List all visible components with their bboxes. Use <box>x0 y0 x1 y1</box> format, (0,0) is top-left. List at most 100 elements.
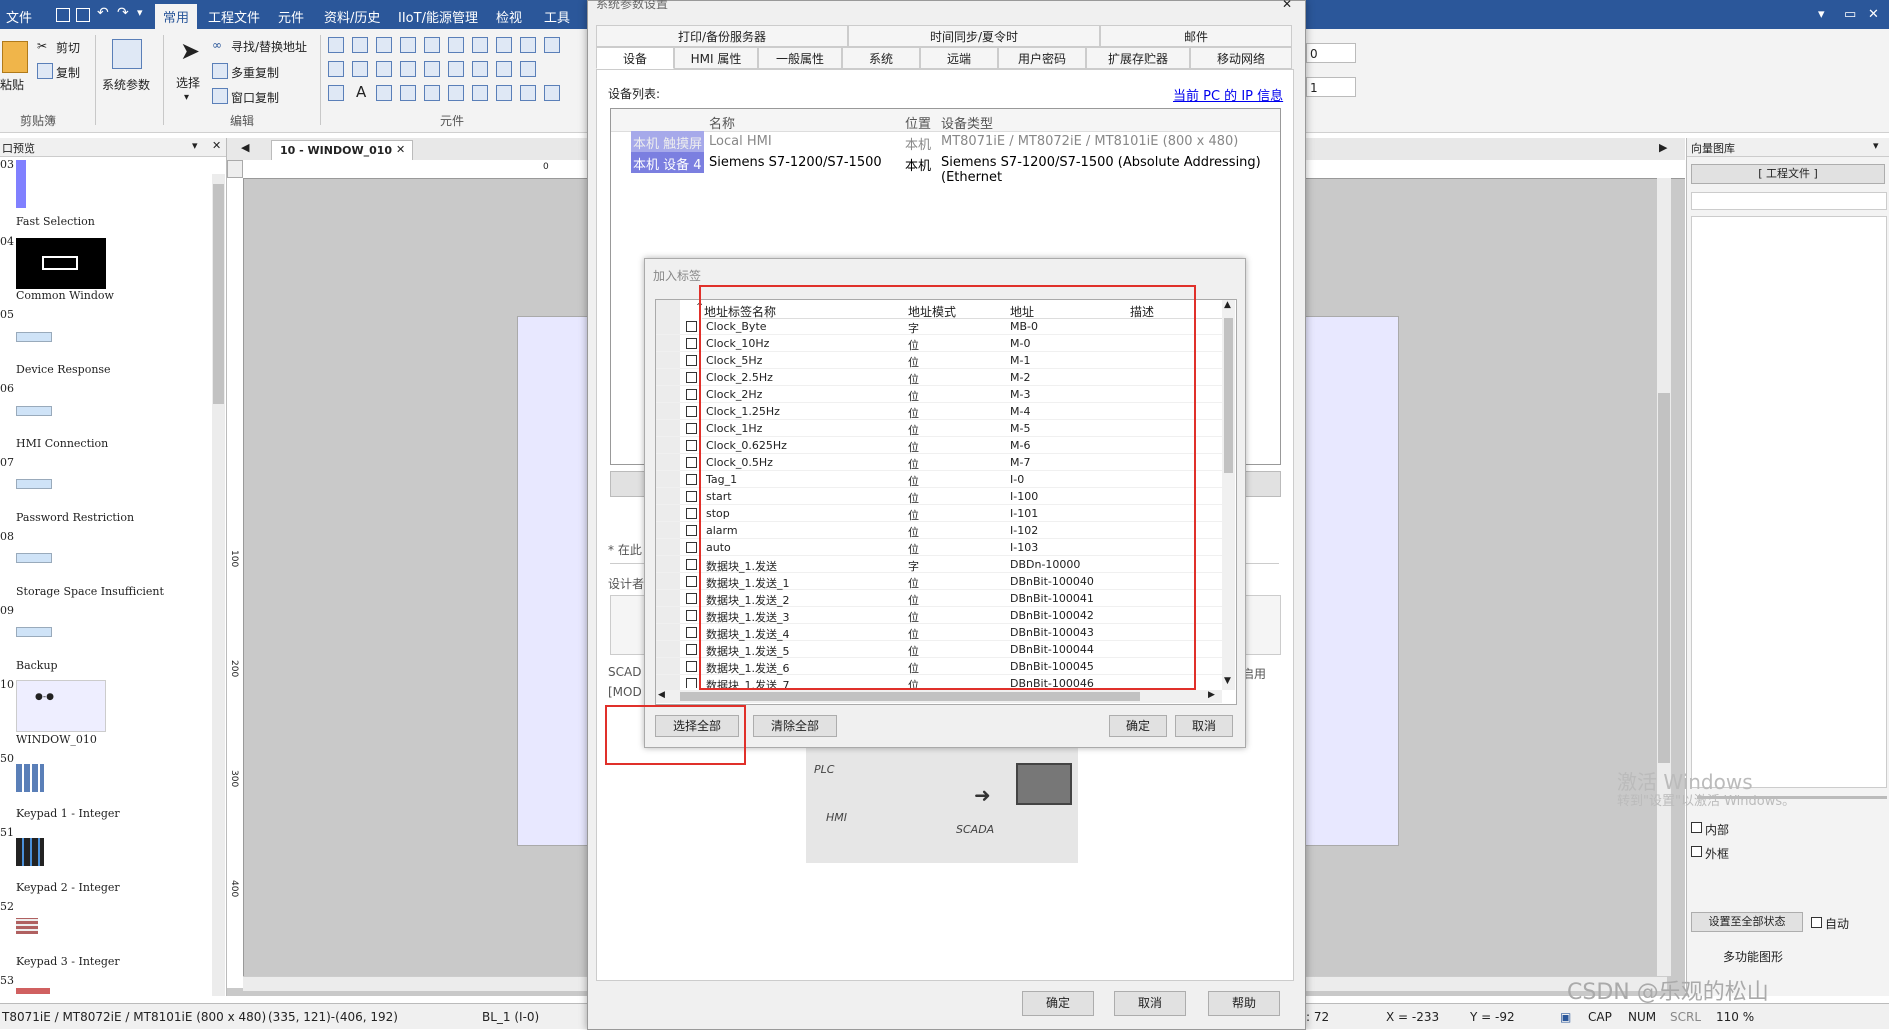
tab-remote[interactable]: 远端 <box>920 47 998 69</box>
status-display-icon[interactable]: ▣ <box>1560 1010 1571 1024</box>
circle-icon[interactable] <box>448 61 464 77</box>
toggle-icon[interactable] <box>496 37 512 53</box>
thumbnail-53[interactable] <box>16 988 50 994</box>
menu-iiot[interactable]: IIoT/能源管理 <box>398 7 478 26</box>
tab-extended-memory[interactable]: 扩展存贮器 <box>1086 47 1190 69</box>
rectangle-icon[interactable] <box>496 61 512 77</box>
device-row-siemens[interactable]: 本机 设备 4 Siemens S7-1200/S7-1500 本机 Sieme… <box>611 152 1280 185</box>
tag-ok-button[interactable]: 确定 <box>1109 715 1167 737</box>
line-icon[interactable] <box>376 61 392 77</box>
panel-scrollbar[interactable] <box>212 174 225 996</box>
tag-list-vertical-scrollbar[interactable]: ▲ ▼ <box>1222 300 1235 690</box>
thumbnail-keypad-1[interactable] <box>16 764 44 792</box>
history-icon[interactable] <box>496 85 512 101</box>
window-copy-button[interactable]: 窗口复制 <box>231 89 279 106</box>
tag-checkbox[interactable] <box>686 491 697 502</box>
project-file-button[interactable]: [ 工程文件 ] <box>1691 164 1885 184</box>
tag-checkbox[interactable] <box>686 576 697 587</box>
window-copy-icon[interactable] <box>212 88 228 104</box>
thumbnail-device-response[interactable] <box>16 332 52 342</box>
thumbnail-window-010[interactable]: ●-● <box>16 680 106 732</box>
tab-scroll-right-icon[interactable]: ▶ <box>1659 141 1667 154</box>
tag-checkbox[interactable] <box>686 525 697 536</box>
scroll-down-icon[interactable]: ▼ <box>1224 676 1231 686</box>
tab-hmi-attributes[interactable]: HMI 属性 <box>674 47 758 69</box>
select-arrow-icon[interactable]: ➤ <box>180 37 200 65</box>
tag-cancel-button[interactable]: 取消 <box>1175 715 1233 737</box>
abc-icon[interactable] <box>352 61 368 77</box>
menu-objects[interactable]: 元件 <box>278 7 304 26</box>
set-bit-icon[interactable] <box>424 37 440 53</box>
close-icon[interactable]: ✕ <box>1868 7 1879 22</box>
tag-checkbox[interactable] <box>686 474 697 485</box>
tab-mobile-network[interactable]: 移动网络 <box>1190 47 1292 69</box>
save-as-icon[interactable] <box>76 8 90 22</box>
tab-close-icon[interactable]: ✕ <box>396 143 405 156</box>
frame-icon[interactable] <box>400 85 416 101</box>
auto-checkbox[interactable] <box>1811 917 1822 928</box>
trend-icon[interactable] <box>328 61 344 77</box>
text-icon[interactable]: A <box>356 83 366 101</box>
tag-checkbox[interactable] <box>686 678 697 688</box>
numeric-icon[interactable] <box>376 37 392 53</box>
chart-icon[interactable] <box>520 85 536 101</box>
tag-checkbox[interactable] <box>686 440 697 451</box>
scrollbar-thumb[interactable] <box>213 184 224 404</box>
scroll-left-icon[interactable]: ◀ <box>658 690 665 700</box>
thumbnail-backup[interactable] <box>16 627 52 637</box>
pie-icon[interactable] <box>472 61 488 77</box>
slider-icon[interactable] <box>520 37 536 53</box>
dialog-close-icon[interactable]: ✕ <box>1282 0 1292 11</box>
scroll-right-icon[interactable]: ▶ <box>1208 690 1215 700</box>
thumbnail-fast-selection[interactable] <box>16 160 26 208</box>
menu-view[interactable]: 检视 <box>496 7 522 26</box>
clear-all-button[interactable]: 清除全部 <box>753 715 837 737</box>
undo-icon[interactable]: ↶ <box>97 5 109 21</box>
minimize-icon[interactable]: ▾ <box>1818 7 1825 22</box>
scrollbar-thumb[interactable] <box>1658 393 1670 763</box>
cut-icon[interactable]: ✂ <box>37 39 47 53</box>
thumbnail-common-window[interactable] <box>16 238 106 289</box>
picture-icon[interactable] <box>376 85 392 101</box>
tag-checkbox[interactable] <box>686 457 697 468</box>
tag-checkbox[interactable] <box>686 372 697 383</box>
scrollbar-thumb[interactable] <box>680 692 1140 701</box>
tag-checkbox[interactable] <box>686 406 697 417</box>
menu-home[interactable]: 常用 <box>155 4 198 29</box>
tab-print-backup-server[interactable]: 打印/备份服务器 <box>596 25 848 47</box>
arc-icon[interactable] <box>424 61 440 77</box>
scroll-up-icon[interactable]: ▲ <box>1224 300 1231 310</box>
tag-checkbox[interactable] <box>686 355 697 366</box>
scrollbar-thumb[interactable] <box>1224 318 1233 473</box>
find-replace-button[interactable]: 寻找/替换地址 <box>231 38 307 55</box>
list-icon[interactable] <box>544 37 560 53</box>
select-button[interactable]: 选择 <box>176 74 200 91</box>
tab-general[interactable]: 一般属性 <box>758 47 842 69</box>
quick-access-dropdown-icon[interactable]: ▾ <box>137 6 143 19</box>
multi-copy-button[interactable]: 多重复制 <box>231 64 279 81</box>
find-replace-icon[interactable]: ∞ <box>212 38 222 52</box>
bit-lamp-icon[interactable] <box>328 37 344 53</box>
dialog-ok-button[interactable]: 确定 <box>1022 991 1094 1016</box>
select-dropdown-icon[interactable]: ▾ <box>184 92 189 103</box>
paste-button[interactable]: 粘贴 <box>0 76 24 93</box>
thumbnail-keypad-2[interactable] <box>16 838 44 866</box>
tag-checkbox[interactable] <box>686 627 697 638</box>
tag-checkbox[interactable] <box>686 321 697 332</box>
panel-close-icon[interactable]: ✕ <box>212 139 221 152</box>
set-word-icon[interactable] <box>448 37 464 53</box>
table-icon[interactable] <box>424 85 440 101</box>
external-checkbox[interactable] <box>1691 846 1702 857</box>
grid-icon[interactable] <box>448 85 464 101</box>
star-icon[interactable] <box>520 61 536 77</box>
scale-icon[interactable] <box>328 85 344 101</box>
tab-scroll-left-icon[interactable]: ◀ <box>241 141 249 154</box>
menu-tools[interactable]: 工具 <box>544 7 570 26</box>
library-filter[interactable] <box>1691 192 1887 210</box>
panel-dropdown-icon[interactable]: ▾ <box>1873 139 1879 152</box>
dialog-help-button[interactable]: 帮助 <box>1208 991 1280 1016</box>
tag-checkbox[interactable] <box>686 644 697 655</box>
tag-checkbox[interactable] <box>686 593 697 604</box>
tag-checkbox[interactable] <box>686 508 697 519</box>
panel-dropdown-icon[interactable]: ▾ <box>192 139 198 152</box>
